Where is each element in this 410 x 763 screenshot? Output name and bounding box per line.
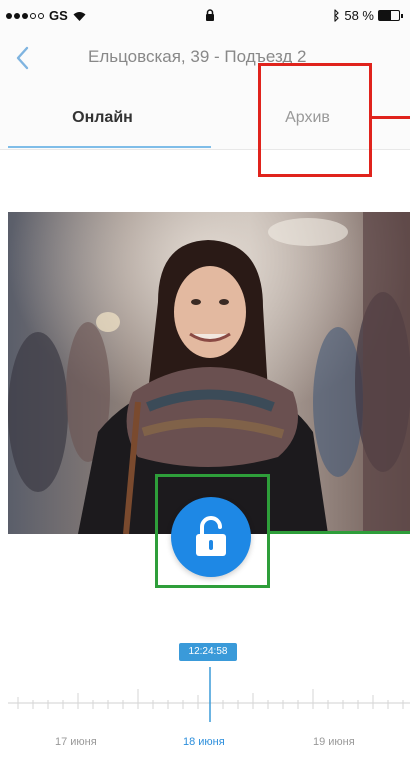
- battery-fill: [379, 11, 391, 20]
- unlock-highlight-pointer: [270, 531, 410, 534]
- tab-online[interactable]: Онлайн: [0, 85, 205, 150]
- signal-strength-icon: [6, 12, 44, 19]
- signal-group: GS: [6, 8, 86, 23]
- status-bar: GS ᛒ 58 %: [0, 0, 410, 30]
- chevron-left-icon[interactable]: [12, 44, 34, 72]
- current-time-badge: 12:24:58: [179, 643, 237, 661]
- battery-percent: 58 %: [344, 8, 374, 23]
- orientation-lock-icon: [206, 9, 214, 21]
- bluetooth-icon: ᛒ: [332, 8, 341, 23]
- archive-highlight-box: [258, 63, 372, 177]
- unlock-icon: [196, 516, 226, 556]
- active-tab-indicator: [8, 146, 211, 148]
- carrier-name: GS: [49, 8, 68, 23]
- unlock-door-button[interactable]: [171, 497, 251, 577]
- day-label-17[interactable]: 17 июня: [55, 736, 97, 748]
- wifi-icon: [73, 11, 86, 21]
- archive-highlight-pointer: [372, 116, 410, 119]
- day-label-18[interactable]: 18 июня: [183, 736, 225, 748]
- day-label-19[interactable]: 19 июня: [313, 736, 355, 748]
- timeline-day-labels: 17 июня 18 июня 19 июня: [0, 736, 410, 756]
- timeline-scrubber[interactable]: [8, 667, 410, 722]
- battery-group: ᛒ 58 %: [332, 8, 403, 23]
- battery-icon: [378, 10, 403, 21]
